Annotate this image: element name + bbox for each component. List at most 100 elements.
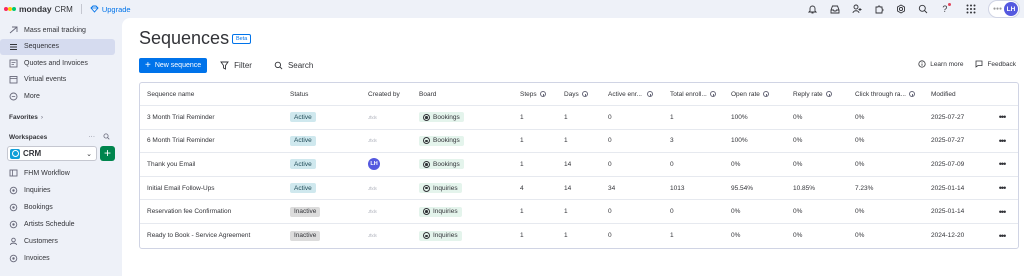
- board-tag[interactable]: Inquiries: [419, 230, 462, 241]
- sidebar-item-bookings[interactable]: Bookings: [0, 199, 115, 216]
- sidebar-item-virtual-events[interactable]: Virtual events: [0, 72, 115, 89]
- learn-more-link[interactable]: Learn more: [918, 60, 963, 68]
- column-header-board[interactable]: Board: [419, 91, 520, 98]
- workspace-selector[interactable]: CRM ⌄: [7, 146, 97, 161]
- click-through-rate-cell: 0%: [855, 232, 865, 240]
- contacts-icon: [9, 237, 19, 246]
- sidebar-item-mass-email-tracking[interactable]: Mass email tracking: [0, 22, 115, 39]
- apps-icon[interactable]: [868, 0, 890, 18]
- workspace-options-icon[interactable]: ···: [89, 133, 96, 142]
- search-button[interactable]: Search: [274, 61, 313, 70]
- column-header-click-through-rate[interactable]: Click through ra...: [855, 91, 931, 98]
- info-icon[interactable]: [762, 91, 769, 97]
- table-row[interactable]: 3 Month Trial Reminder Active Jhds Bookings…: [140, 106, 1018, 130]
- active-enrollments-cell: 0: [608, 137, 612, 145]
- info-icon[interactable]: [709, 91, 716, 97]
- sequence-name[interactable]: 6 Month Trial Reminder: [140, 137, 290, 144]
- board-tag[interactable]: Inquiries: [419, 206, 462, 217]
- steps-cell: 1: [520, 137, 524, 145]
- inbox-icon[interactable]: [824, 0, 846, 18]
- table-row[interactable]: Thank you Email Active LH Bookings 1 14 0 0 0% 0%…: [140, 153, 1018, 177]
- help-icon[interactable]: ?: [934, 0, 956, 18]
- row-options-button[interactable]: •••: [993, 183, 1011, 193]
- sequence-name[interactable]: Initial Email Follow-Ups: [140, 185, 290, 192]
- sidebar-item-quotes-and-invoices[interactable]: Quotes and Invoices: [0, 55, 115, 72]
- column-header-total-enrollments[interactable]: Total enroll...: [670, 91, 731, 98]
- sidebar-item-fhm-workflow[interactable]: FHM Workflow: [0, 165, 115, 182]
- bell-icon[interactable]: [802, 0, 824, 18]
- column-header-open-rate[interactable]: Open rate: [731, 91, 793, 98]
- reply-rate-cell: 0%: [793, 113, 803, 121]
- integrations-icon[interactable]: [890, 0, 912, 18]
- info-icon[interactable]: [581, 91, 588, 97]
- sequence-name[interactable]: 3 Month Trial Reminder: [140, 114, 290, 121]
- invite-members-icon[interactable]: [846, 0, 868, 18]
- sequence-name[interactable]: Reservation fee Confirmation: [140, 208, 290, 215]
- search-icon[interactable]: [912, 0, 934, 18]
- board-tag[interactable]: Inquiries: [419, 183, 462, 194]
- sidebar-item-customers[interactable]: Customers: [0, 233, 115, 250]
- status-badge: Active: [290, 183, 316, 194]
- table-row[interactable]: 6 Month Trial Reminder Active Jhds Bookings…: [140, 130, 1018, 154]
- brand[interactable]: monday CRM: [4, 4, 73, 14]
- favorites-header[interactable]: Favorites ›: [0, 111, 122, 125]
- sidebar-item-sequences[interactable]: Sequences: [0, 38, 115, 55]
- info-icon[interactable]: [646, 91, 653, 97]
- main-panel: Sequences Beta + New sequence Filter Sea…: [122, 18, 1024, 276]
- upgrade-button[interactable]: Upgrade: [90, 5, 131, 14]
- sidebar-item-more[interactable]: More: [0, 88, 115, 105]
- row-options-button[interactable]: •••: [993, 231, 1011, 241]
- row-options-button[interactable]: •••: [993, 159, 1011, 169]
- column-header-created-by[interactable]: Created by: [368, 91, 419, 98]
- add-workspace-item-button[interactable]: +: [100, 146, 115, 161]
- top-bar: monday CRM Upgrade ? ●●● LH: [0, 0, 1024, 18]
- click-through-rate-cell: 0%: [855, 160, 865, 168]
- row-options-button[interactable]: •••: [993, 136, 1011, 146]
- info-icon[interactable]: [825, 91, 832, 97]
- table-header-row: Sequence name Status Created by Board St…: [140, 83, 1018, 106]
- sidebar-item-artists-schedule[interactable]: Artists Schedule: [0, 216, 115, 233]
- column-header-active-enrollments[interactable]: Active enr...: [608, 91, 670, 98]
- account-logo-icon: ●●●: [992, 6, 1002, 12]
- sequence-name[interactable]: Ready to Book - Service Agreement: [140, 232, 290, 239]
- modified-cell: 2025-07-09: [931, 160, 965, 168]
- sequence-name[interactable]: Thank you Email: [140, 161, 290, 168]
- column-header-sequence-name[interactable]: Sequence name: [140, 91, 290, 98]
- board-tag[interactable]: Bookings: [419, 135, 464, 146]
- board-icon: [423, 113, 430, 121]
- calendar-icon: [9, 75, 19, 84]
- sidebar-item-inquiries[interactable]: Inquiries: [0, 182, 115, 199]
- table-row[interactable]: Initial Email Follow-Ups Active Jhds Inquir…: [140, 177, 1018, 201]
- column-header-modified[interactable]: Modified: [931, 91, 993, 98]
- column-header-days[interactable]: Days: [564, 91, 608, 98]
- table-row[interactable]: Ready to Book - Service Agreement Inactiv…: [140, 224, 1018, 248]
- created-by-cell: Jhds: [368, 186, 419, 191]
- info-icon[interactable]: [539, 91, 546, 97]
- sidebar-item-invoices[interactable]: Invoices: [0, 250, 115, 267]
- board-tag[interactable]: Bookings: [419, 112, 464, 123]
- chevron-down-icon: ⌄: [86, 150, 92, 158]
- table-row[interactable]: Reservation fee Confirmation Inactive Jhds…: [140, 200, 1018, 224]
- info-icon[interactable]: [908, 91, 915, 97]
- column-header-reply-rate[interactable]: Reply rate: [793, 91, 855, 98]
- status-badge: Active: [290, 159, 316, 170]
- board-cell: Inquiries: [419, 183, 520, 194]
- filter-button[interactable]: Filter: [220, 61, 252, 70]
- feedback-button[interactable]: Feedback: [975, 60, 1016, 68]
- active-enrollments-cell: 0: [608, 160, 612, 168]
- status-badge: Inactive: [290, 206, 321, 217]
- row-options-button[interactable]: •••: [993, 207, 1011, 217]
- workspace-search-icon[interactable]: [103, 133, 110, 142]
- plus-icon: +: [145, 59, 151, 71]
- new-sequence-button[interactable]: + New sequence: [139, 58, 208, 73]
- board-cell: Bookings: [419, 135, 520, 146]
- column-header-steps[interactable]: Steps: [520, 91, 564, 98]
- modified-cell: 2025-07-27: [931, 137, 965, 145]
- row-options-button[interactable]: •••: [993, 112, 1011, 122]
- app-grid-icon[interactable]: [960, 0, 982, 18]
- steps-cell: 4: [520, 184, 524, 192]
- column-header-status[interactable]: Status: [290, 91, 368, 98]
- board-tag[interactable]: Bookings: [419, 159, 464, 170]
- sidebar-item-label: Mass email tracking: [24, 26, 86, 34]
- account-menu[interactable]: ●●● LH: [987, 0, 1020, 18]
